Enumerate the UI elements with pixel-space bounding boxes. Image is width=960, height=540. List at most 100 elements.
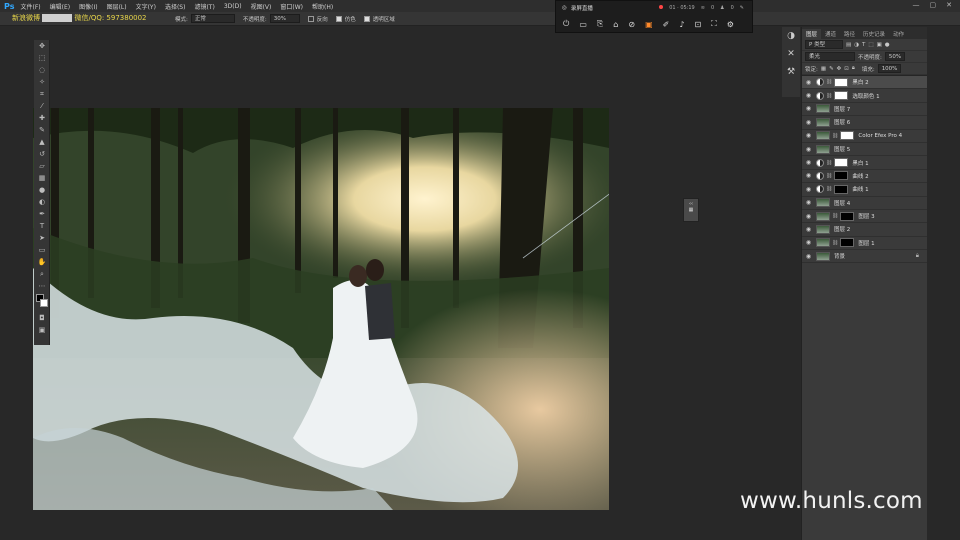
- fill-input[interactable]: 100%: [877, 64, 902, 73]
- dither-checkbox[interactable]: [335, 15, 342, 22]
- mode-select[interactable]: 正常: [190, 14, 235, 23]
- dodge-tool-icon[interactable]: ◐: [34, 196, 50, 208]
- visibility-eye-icon[interactable]: ◉: [804, 119, 813, 126]
- power-icon[interactable]: ⏻: [563, 19, 569, 29]
- menu-window[interactable]: 窗口(W): [280, 2, 303, 11]
- gear-icon[interactable]: ⚙: [727, 20, 734, 29]
- blend-mode-select[interactable]: 柔光: [805, 52, 855, 61]
- mask-link-icon[interactable]: ⛓: [826, 160, 832, 166]
- layer-row[interactable]: ◉ 图层 6: [802, 116, 927, 130]
- dither-option[interactable]: 仿色: [335, 15, 356, 23]
- menu-help[interactable]: 帮助(H): [312, 2, 333, 11]
- menu-view[interactable]: 视图(V): [251, 2, 272, 11]
- healing-tool-icon[interactable]: ✚: [34, 112, 50, 124]
- opacity-input[interactable]: 30%: [269, 14, 300, 23]
- close-icon[interactable]: ✕: [946, 1, 952, 9]
- visibility-eye-icon[interactable]: ◉: [804, 172, 813, 179]
- menu-filter[interactable]: 滤镜(T): [194, 2, 214, 11]
- eyedropper-tool-icon[interactable]: ⁄: [34, 100, 50, 112]
- layer-row[interactable]: ◉ 图层 2: [802, 223, 927, 237]
- kind-filter-select[interactable]: P 类型: [805, 40, 843, 49]
- visibility-eye-icon[interactable]: ◉: [804, 79, 813, 86]
- layer-mask-thumbnail[interactable]: [840, 131, 855, 141]
- filter-toggle-icon[interactable]: ●: [885, 42, 890, 48]
- tab-history[interactable]: 历史记录: [859, 29, 889, 39]
- history-brush-tool-icon[interactable]: ↺: [34, 148, 50, 160]
- layer-row[interactable]: ◉ 图层 7: [802, 103, 927, 117]
- minimize-icon[interactable]: —: [913, 1, 920, 9]
- layer-mask-thumbnail[interactable]: [834, 158, 849, 168]
- tab-layers[interactable]: 图层: [802, 29, 822, 39]
- layer-row[interactable]: ◉ 图层 4: [802, 197, 927, 210]
- layer-row[interactable]: ◉ ⛓ 曲线 1: [802, 183, 927, 197]
- lock-paint-icon[interactable]: ✎: [829, 66, 834, 72]
- gift-icon[interactable]: ⌂: [613, 20, 618, 29]
- settings-small-icon[interactable]: ✎: [740, 5, 744, 11]
- quick-mask-icon[interactable]: ◘: [34, 312, 50, 324]
- fullscreen-icon[interactable]: ⛶: [711, 19, 717, 29]
- magic-wand-tool-icon[interactable]: ✧: [34, 76, 50, 88]
- brush-dock-icon[interactable]: ⚒: [782, 63, 800, 81]
- clone-stamp-tool-icon[interactable]: ▲: [34, 136, 50, 148]
- eraser-tool-icon[interactable]: ▱: [34, 160, 50, 172]
- mute-icon[interactable]: ⊘: [628, 20, 635, 29]
- tools-dock-icon[interactable]: ✕: [782, 45, 800, 63]
- mask-link-icon[interactable]: ⛓: [832, 240, 838, 246]
- share-icon[interactable]: ⎘: [597, 19, 603, 29]
- type-tool-icon[interactable]: T: [34, 220, 50, 232]
- layer-row[interactable]: ◉ ⛓ 图层 3: [802, 210, 927, 224]
- menu-image[interactable]: 图像(I): [79, 2, 97, 11]
- pen-tool-icon[interactable]: ✒: [34, 208, 50, 220]
- filter-pixel-icon[interactable]: ▤: [846, 42, 851, 48]
- visibility-eye-icon[interactable]: ◉: [804, 92, 813, 99]
- camera-icon[interactable]: ▣: [645, 20, 653, 29]
- reverse-checkbox[interactable]: [307, 15, 314, 22]
- hand-tool-icon[interactable]: ✋: [34, 256, 50, 268]
- move-tool-icon[interactable]: ✥: [34, 40, 50, 52]
- visibility-eye-icon[interactable]: ◉: [804, 213, 813, 220]
- layer-row[interactable]: ◉ ⛓ 选取颜色 1: [802, 89, 927, 103]
- lasso-tool-icon[interactable]: ◌: [34, 64, 50, 76]
- visibility-eye-icon[interactable]: ◉: [804, 105, 813, 112]
- lock-transparent-icon[interactable]: ▦: [821, 66, 826, 72]
- menu-layer[interactable]: 图层(L): [107, 2, 127, 11]
- tab-paths[interactable]: 路径: [840, 29, 859, 39]
- layer-opacity-input[interactable]: 50%: [884, 52, 906, 61]
- floating-mini-widget[interactable]: ‹‹ ▦: [683, 198, 699, 222]
- layer-mask-thumbnail[interactable]: [840, 211, 855, 221]
- reverse-option[interactable]: 反向: [307, 15, 328, 23]
- menu-select[interactable]: 选择(S): [165, 2, 186, 11]
- layer-row[interactable]: ◉ ⛓ Color Efex Pro 4: [802, 130, 927, 143]
- layer-mask-thumbnail[interactable]: [840, 238, 855, 248]
- layer-row[interactable]: ◉ ⛓ 图层 1: [802, 237, 927, 251]
- brush-tool-icon[interactable]: ✎: [34, 124, 50, 136]
- visibility-eye-icon[interactable]: ◉: [804, 186, 813, 193]
- mic-icon[interactable]: ♪: [679, 20, 684, 29]
- adjustments-dock-icon[interactable]: ◑: [782, 27, 800, 45]
- menu-file[interactable]: 文件(F): [20, 2, 40, 11]
- layer-row[interactable]: ◉ ⛓ 黑白 2: [802, 76, 927, 90]
- layer-row[interactable]: ◉ ⛓ 曲线 2: [802, 170, 927, 184]
- crop-tool-icon[interactable]: ⌗: [34, 88, 50, 100]
- visibility-eye-icon[interactable]: ◉: [804, 253, 813, 260]
- tab-actions[interactable]: 动作: [889, 29, 908, 39]
- menu-type[interactable]: 文字(Y): [136, 2, 156, 11]
- brush-icon[interactable]: ✐: [663, 20, 670, 29]
- layer-row[interactable]: ◉ ⛓ 黑白 1: [802, 156, 927, 170]
- menu-edit[interactable]: 编辑(E): [50, 2, 70, 11]
- lock-icon[interactable]: ⊡: [694, 20, 701, 29]
- mask-link-icon[interactable]: ⛓: [832, 133, 838, 139]
- marquee-tool-icon[interactable]: ⬚: [34, 52, 50, 64]
- screen-mode-icon[interactable]: ▣: [34, 324, 50, 336]
- gradient-tool-icon[interactable]: ▦: [34, 172, 50, 184]
- layer-mask-thumbnail[interactable]: [834, 77, 849, 87]
- visibility-eye-icon[interactable]: ◉: [804, 226, 813, 233]
- path-selection-tool-icon[interactable]: ➤: [34, 232, 50, 244]
- lock-move-icon[interactable]: ✥: [837, 66, 842, 72]
- more-tools-icon[interactable]: ⋯: [34, 280, 50, 292]
- visibility-eye-icon[interactable]: ◉: [804, 239, 813, 246]
- transparency-checkbox[interactable]: [363, 15, 370, 22]
- transparency-option[interactable]: 透明区域: [363, 15, 395, 23]
- tab-channels[interactable]: 通道: [821, 29, 840, 39]
- mask-link-icon[interactable]: ⛓: [832, 213, 838, 219]
